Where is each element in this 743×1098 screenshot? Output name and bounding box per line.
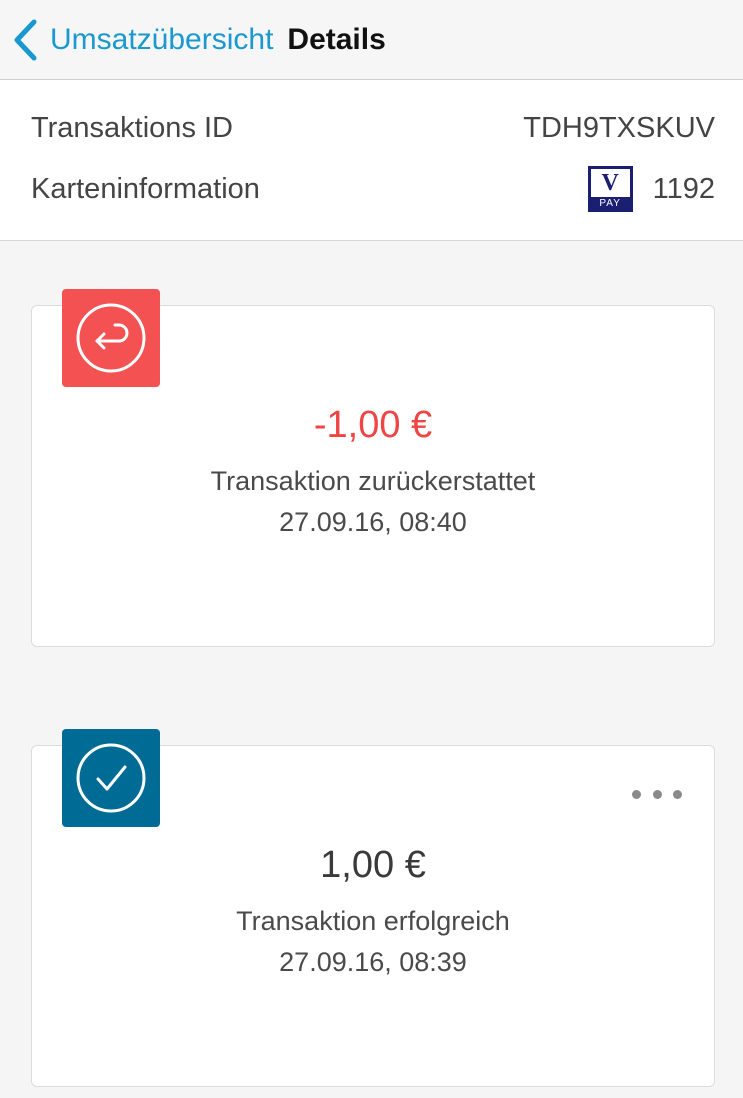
more-options-button[interactable] xyxy=(632,782,682,806)
more-dot-icon xyxy=(673,789,682,799)
transaction-amount: -1,00 € xyxy=(313,404,433,446)
success-badge xyxy=(62,729,160,827)
transaction-status: Transaktion zurückerstattet xyxy=(210,466,536,496)
card-info-value: V PAY 1192 xyxy=(587,166,715,212)
transaction-id-row: Transaktions ID TDH9TXSKUV xyxy=(31,108,715,148)
card-info-label: Karteninformation xyxy=(31,172,260,205)
transaction-info-section: Transaktions ID TDH9TXSKUV Karteninforma… xyxy=(0,80,743,241)
card-info-row: Karteninformation V PAY 1192 xyxy=(31,166,715,212)
back-button[interactable]: Umsatzübersicht xyxy=(0,0,273,80)
transaction-date: 27.09.16, 08:39 xyxy=(279,947,467,977)
checkmark-icon xyxy=(76,743,146,813)
transaction-date: 27.09.16, 08:40 xyxy=(279,507,467,537)
chevron-left-icon xyxy=(14,19,37,60)
transaction-id-value: TDH9TXSKUV xyxy=(523,111,715,144)
back-label: Umsatzübersicht xyxy=(50,22,274,56)
page-title: Details xyxy=(287,22,386,56)
more-dot-icon xyxy=(632,789,641,799)
transaction-status: Transaktion erfolgreich xyxy=(236,906,510,936)
navigation-bar: Umsatzübersicht Details xyxy=(0,0,743,80)
refund-icon xyxy=(76,303,146,373)
card-last-digits: 1192 xyxy=(652,172,715,205)
refund-badge xyxy=(62,289,160,387)
vpay-logo-icon: V PAY xyxy=(587,166,633,212)
transaction-id-label: Transaktions ID xyxy=(31,111,233,144)
more-dot-icon xyxy=(652,789,662,799)
transaction-amount: 1,00 € xyxy=(320,844,426,886)
